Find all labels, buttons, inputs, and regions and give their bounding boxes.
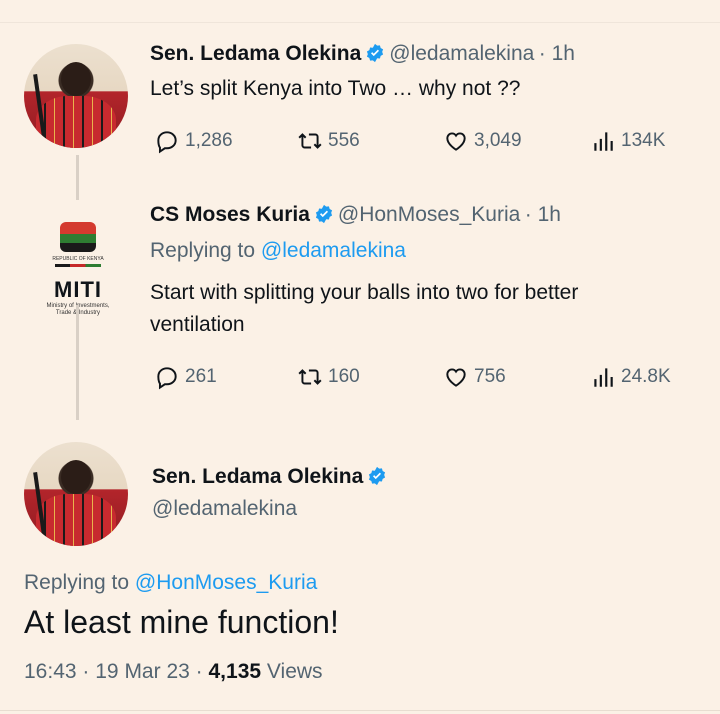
retweet-button[interactable]: 556 bbox=[297, 128, 360, 154]
views-label: Views bbox=[266, 660, 323, 683]
reply-icon bbox=[157, 367, 177, 390]
handle[interactable]: @HonMoses_Kuria bbox=[338, 203, 520, 226]
avatar-face bbox=[61, 62, 91, 96]
reply-button[interactable]: 261 bbox=[154, 364, 217, 390]
like-count: 756 bbox=[474, 366, 506, 387]
like-button[interactable]: 3,049 bbox=[443, 128, 522, 154]
like-count: 3,049 bbox=[474, 130, 522, 151]
verified-icon bbox=[367, 43, 384, 63]
handle[interactable]: @ledamalekina bbox=[152, 497, 297, 521]
like-icon bbox=[446, 132, 466, 151]
timestamp[interactable]: 16:43 bbox=[24, 660, 77, 683]
replying-to-label: Replying to bbox=[24, 571, 135, 594]
tweet2-header: CS Moses Kuria @HonMoses_Kuria · 1h bbox=[150, 203, 561, 227]
retweet-icon bbox=[298, 369, 322, 385]
coat-of-arms-icon bbox=[60, 222, 96, 252]
verified-icon bbox=[315, 204, 332, 224]
logo-title: MITI bbox=[54, 277, 102, 302]
avatar[interactable] bbox=[24, 442, 128, 546]
retweet-button[interactable]: 160 bbox=[297, 364, 360, 390]
reply-button[interactable]: 1,286 bbox=[154, 128, 233, 154]
avatar-clothing bbox=[36, 494, 116, 546]
tweet-meta: 16:43 · 19 Mar 23 · 4,135 Views bbox=[24, 660, 323, 684]
tweet1-header: Sen. Ledama Olekina @ledamalekina · 1h bbox=[150, 42, 575, 66]
reply-count: 1,286 bbox=[185, 130, 233, 151]
date[interactable]: 19 Mar 23 bbox=[95, 660, 190, 683]
retweet-count: 556 bbox=[328, 130, 360, 151]
meta-separator: · bbox=[82, 660, 90, 683]
tweet3-name-row: Sen. Ledama Olekina bbox=[152, 465, 391, 489]
retweet-count: 160 bbox=[328, 366, 360, 387]
display-name[interactable]: Sen. Ledama Olekina bbox=[150, 42, 361, 65]
avatar-clothing bbox=[36, 96, 116, 148]
logo-top-text: REPUBLIC OF KENYA bbox=[52, 256, 104, 262]
thread-line bbox=[76, 305, 79, 420]
display-name[interactable]: Sen. Ledama Olekina bbox=[152, 465, 363, 488]
timestamp[interactable]: · 1h bbox=[539, 42, 575, 65]
views-button[interactable]: 134K bbox=[590, 128, 665, 154]
replying-to-handle[interactable]: @HonMoses_Kuria bbox=[135, 571, 317, 594]
reply-icon bbox=[157, 131, 177, 154]
like-button[interactable]: 756 bbox=[443, 364, 506, 390]
thread-line bbox=[76, 155, 79, 200]
views-button[interactable]: 24.8K bbox=[590, 364, 671, 390]
tweet-text: Start with splitting your balls into two… bbox=[150, 277, 578, 341]
tweet-text: Let’s split Kenya into Two … why not ?? bbox=[150, 77, 521, 100]
avatar-face bbox=[61, 460, 91, 494]
top-divider bbox=[0, 22, 720, 23]
replying-to-label: Replying to bbox=[150, 239, 261, 262]
timestamp[interactable]: · 1h bbox=[525, 203, 561, 226]
display-name[interactable]: CS Moses Kuria bbox=[150, 203, 310, 226]
view-count: 24.8K bbox=[621, 366, 671, 387]
like-icon bbox=[446, 368, 466, 387]
views-count: 4,135 bbox=[208, 660, 262, 683]
tweet-text-line: Start with splitting your balls into two… bbox=[150, 281, 579, 304]
views-icon bbox=[594, 368, 613, 387]
replying-to: Replying to @ledamalekina bbox=[150, 239, 406, 263]
replying-to: Replying to @HonMoses_Kuria bbox=[24, 571, 317, 595]
view-count: 134K bbox=[621, 130, 666, 151]
verified-icon bbox=[369, 466, 386, 486]
miti-logo[interactable]: REPUBLIC OF KENYA MITI Ministry of Inves… bbox=[33, 222, 123, 317]
replying-to-handle[interactable]: @ledamalekina bbox=[261, 239, 406, 262]
avatar[interactable] bbox=[24, 44, 128, 148]
flag-bar bbox=[55, 264, 101, 267]
tweet-text-line: ventilation bbox=[150, 313, 245, 336]
retweet-icon bbox=[298, 133, 322, 149]
tweet-text: At least mine function! bbox=[24, 604, 339, 640]
meta-separator: · bbox=[195, 660, 203, 683]
views-icon bbox=[594, 132, 613, 151]
handle[interactable]: @ledamalekina bbox=[389, 42, 534, 65]
reply-count: 261 bbox=[185, 366, 217, 387]
bottom-divider bbox=[0, 710, 720, 711]
